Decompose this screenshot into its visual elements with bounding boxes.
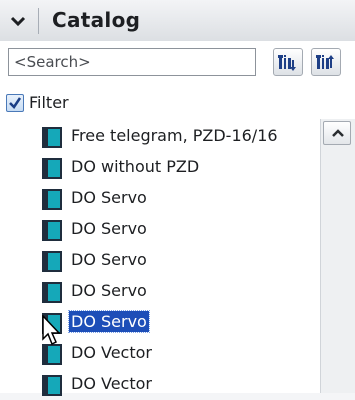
vertical-scrollbar[interactable] [320, 119, 355, 393]
header-divider [38, 8, 39, 34]
search-up-icon [316, 55, 334, 69]
panel-title: Catalog [52, 8, 141, 32]
catalog-list: Free telegram, PZD-16/16 DO without PZD … [0, 119, 355, 396]
list-item-label: DO Servo [68, 310, 150, 333]
module-icon [42, 158, 62, 179]
list-item-label: DO Servo [71, 281, 147, 300]
search-down-icon [278, 55, 296, 71]
list-item-label: DO Servo [71, 188, 147, 207]
list-item-label: DO Servo [71, 219, 147, 238]
module-icon [42, 220, 62, 241]
checkmark-icon [9, 97, 22, 109]
list-item[interactable]: DO Servo [38, 278, 318, 307]
module-icon [42, 251, 62, 272]
list-item[interactable]: DO Servo [38, 247, 318, 276]
list-item[interactable]: DO Vector [38, 371, 318, 400]
search-input[interactable] [8, 48, 256, 76]
chevron-up-icon [332, 129, 344, 137]
list-item-label: DO Vector [71, 343, 152, 362]
module-icon [42, 282, 62, 303]
list-item-label: Free telegram, PZD-16/16 [71, 126, 278, 145]
mouse-cursor-icon [42, 315, 61, 346]
module-icon [42, 344, 62, 365]
list-item[interactable]: DO Vector [38, 340, 318, 369]
scroll-up-button[interactable] [323, 121, 351, 145]
module-icon [42, 127, 62, 148]
list-item[interactable]: DO Servo [38, 216, 318, 245]
chevron-down-icon[interactable] [9, 12, 27, 30]
list-item[interactable]: DO without PZD [38, 154, 318, 183]
list-item[interactable]: Free telegram, PZD-16/16 [38, 123, 318, 152]
module-icon [42, 189, 62, 210]
list-item-label: DO Servo [71, 250, 147, 269]
filter-label: Filter [29, 93, 69, 112]
filter-row: Filter [0, 89, 355, 119]
search-down-button[interactable] [273, 48, 303, 76]
search-up-button[interactable] [311, 48, 341, 76]
list-item-label: DO without PZD [71, 157, 200, 176]
list-item-label: DO Vector [71, 374, 152, 393]
list-item-selected[interactable]: DO Servo [38, 309, 318, 338]
search-row [0, 41, 355, 89]
list-item[interactable]: DO Servo [38, 185, 318, 214]
catalog-header[interactable]: Catalog [0, 0, 355, 42]
filter-checkbox[interactable] [6, 94, 24, 112]
